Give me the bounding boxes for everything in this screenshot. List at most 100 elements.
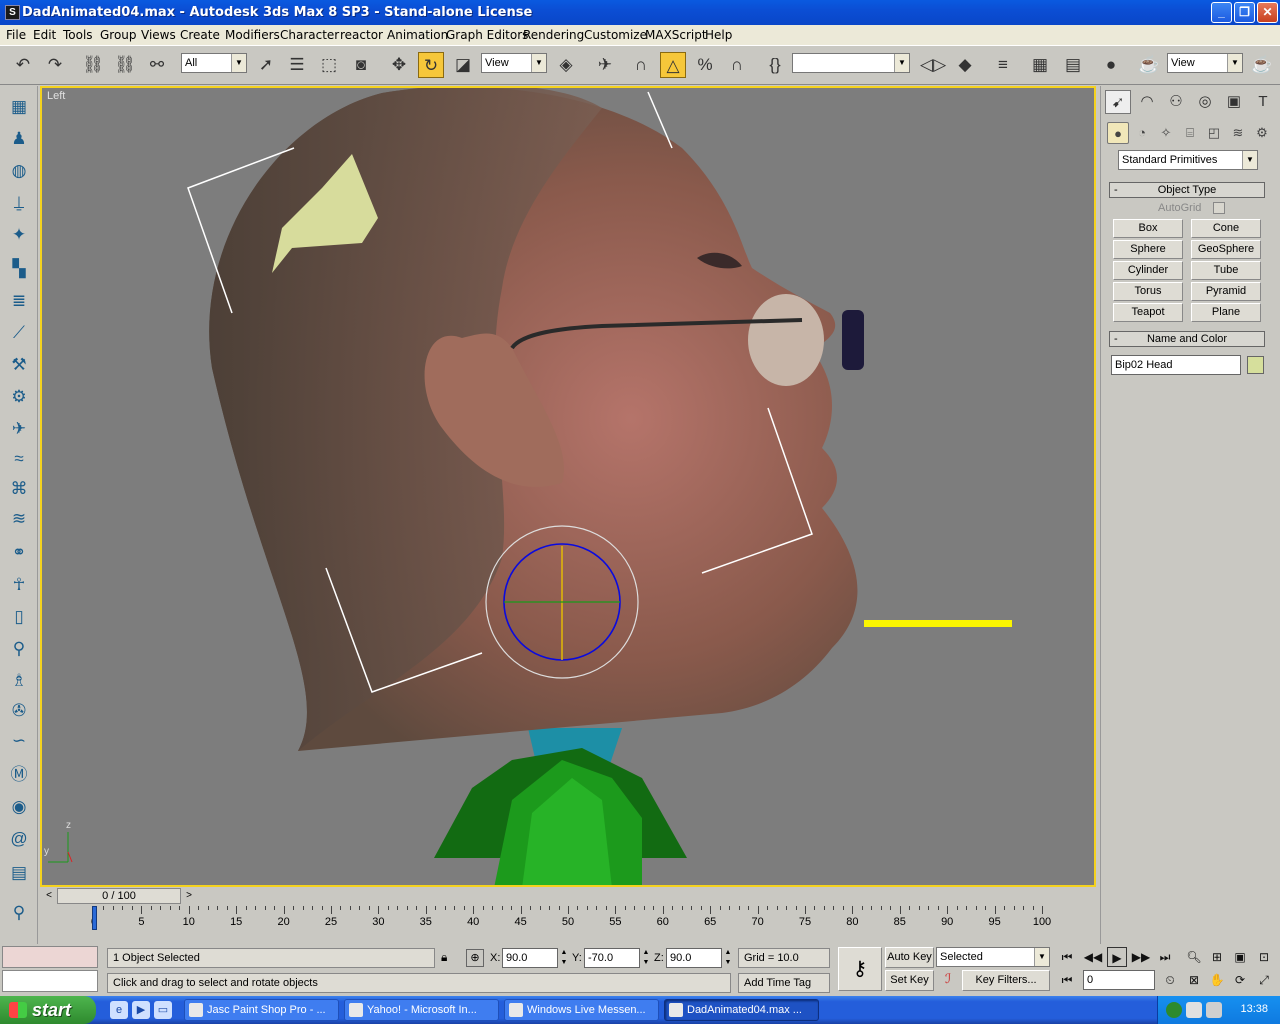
network-tray-icon[interactable] (1186, 1002, 1202, 1018)
lights-icon[interactable]: ✧ (1155, 122, 1177, 144)
pivot-center-icon[interactable]: ◈ (553, 52, 579, 78)
link-icon[interactable]: ⚭ (6, 540, 32, 566)
menu-animation[interactable]: Animation (387, 28, 448, 42)
task-yahoo-ie[interactable]: Yahoo! - Microsoft In... (344, 999, 499, 1021)
key-filters-button[interactable]: Key Filters... (962, 970, 1050, 991)
mirror-icon[interactable]: ◁▷ (920, 52, 946, 78)
torus-button[interactable]: Torus (1113, 282, 1183, 301)
angle-snap-icon[interactable]: △ (660, 52, 686, 78)
select-and-link-icon[interactable]: ⛓ (80, 52, 106, 78)
menu-maxscript[interactable]: MAXScript (645, 28, 707, 42)
bind-to-space-warp-icon[interactable]: ⚯ (144, 52, 170, 78)
menu-help[interactable]: Help (705, 28, 732, 42)
prev-frame-arrow-icon[interactable]: < (42, 888, 56, 904)
box-button[interactable]: Box (1113, 219, 1183, 238)
star-icon[interactable]: ✦ (6, 222, 32, 248)
time-slider-track[interactable]: < 0 / 100 > (40, 888, 1096, 905)
create-tab-icon[interactable]: ➹ (1105, 90, 1131, 114)
menu-reactor[interactable]: reactor (340, 28, 383, 42)
percent-snap-icon[interactable]: % (692, 52, 718, 78)
bird-icon[interactable]: ≈ (6, 446, 32, 472)
snaps-toggle-icon[interactable]: ∩ (628, 52, 654, 78)
named-selection-dropdown[interactable]: ▼ (792, 53, 910, 73)
cameras-icon[interactable]: ⌸ (1179, 122, 1201, 144)
quick-render-icon[interactable]: ☕ (1249, 52, 1275, 78)
autogrid-checkbox[interactable] (1213, 202, 1225, 214)
nose-ball[interactable] (748, 294, 824, 386)
bone-icon[interactable]: ⍊ (6, 190, 32, 216)
modify-tab-icon[interactable]: ◠ (1134, 90, 1160, 114)
task-3dsmax[interactable]: DadAnimated04.max ... (664, 999, 819, 1021)
analyze-icon[interactable]: ⚲ (6, 900, 32, 926)
checker-icon[interactable]: ▚ (6, 256, 32, 282)
messenger-tray-icon[interactable] (1166, 1002, 1182, 1018)
default-in-out-tangents-icon[interactable]: ℐ (937, 971, 959, 991)
key-mode-dropdown[interactable]: Selected ▼ (936, 947, 1050, 967)
morph-icon[interactable]: Ⓜ (6, 762, 32, 788)
motion-tab-icon[interactable]: ◎ (1192, 90, 1218, 114)
menu-tools[interactable]: Tools (63, 28, 93, 42)
pan-hand-icon[interactable]: ✋ (1207, 970, 1227, 990)
menu-edit[interactable]: Edit (33, 28, 56, 42)
wrench-icon[interactable]: ⚒ (6, 352, 32, 378)
z-coordinate-input[interactable]: 90.0 (666, 948, 722, 968)
z-spinner-icon[interactable]: ▲ ▼ (723, 948, 733, 968)
render-scene-icon[interactable]: ☕ (1136, 52, 1162, 78)
zoom-extents-all-icon[interactable]: ⊡ (1254, 947, 1274, 967)
walker-icon[interactable]: ♗ (6, 668, 32, 694)
gear-icon[interactable]: ⚙ (6, 384, 32, 410)
unlink-selection-icon[interactable]: ⛓ (112, 52, 138, 78)
boxes-icon[interactable]: ▦ (6, 94, 32, 120)
show-desktop-icon[interactable]: ▭ (154, 1001, 172, 1019)
layer-manager-icon[interactable]: ≡ (990, 52, 1016, 78)
x-spinner-icon[interactable]: ▲ ▼ (559, 948, 569, 968)
reference-coordinate-dropdown[interactable]: View ▼ (481, 53, 547, 73)
current-time-marker[interactable] (92, 906, 97, 930)
listener-icon[interactable]: ▤ (6, 860, 32, 886)
spiral-icon[interactable]: @ (6, 826, 32, 852)
category-dropdown[interactable]: Standard Primitives ▼ (1118, 150, 1258, 170)
add-time-tag-button[interactable]: Add Time Tag (738, 973, 830, 993)
plane-button[interactable]: Plane (1191, 303, 1261, 322)
maxscript-input-mini[interactable] (2, 970, 98, 992)
go-to-end-icon[interactable]: ⏭ (1155, 947, 1175, 967)
edit-named-selection-icon[interactable]: {} (762, 52, 788, 78)
track-bar[interactable]: 0510152025303540455055606570758085909510… (40, 906, 1096, 936)
pyramid-button[interactable]: Pyramid (1191, 282, 1261, 301)
menu-file[interactable]: File (6, 28, 26, 42)
rectangular-selection-icon[interactable]: ⬚ (316, 52, 342, 78)
previous-frame-icon[interactable]: ◀◀ (1083, 947, 1103, 967)
cloth-icon[interactable]: ⌘ (6, 476, 32, 502)
object-color-swatch[interactable] (1247, 356, 1264, 374)
cylinder-button[interactable]: Cylinder (1113, 261, 1183, 280)
maximize-button[interactable]: ❐ (1234, 2, 1255, 23)
select-by-name-icon[interactable]: ☰ (284, 52, 310, 78)
ruler-icon[interactable]: ⟋ (6, 320, 32, 346)
next-frame-arrow-icon[interactable]: > (182, 888, 196, 904)
field-of-view-icon[interactable]: ⊠ (1184, 970, 1204, 990)
zoom-extents-icon[interactable]: ▣ (1230, 947, 1250, 967)
hierarchy-tab-icon[interactable]: ⚇ (1163, 90, 1189, 114)
media-player-icon[interactable]: ▶ (132, 1001, 150, 1019)
volume-tray-icon[interactable] (1206, 1002, 1222, 1018)
set-key-mode-key-icon[interactable]: ⚷ (838, 947, 882, 991)
menu-modifiers[interactable]: Modifiers (225, 28, 280, 42)
globe-icon[interactable]: ◉ (6, 794, 32, 820)
maxscript-listener-mini[interactable] (2, 946, 98, 968)
window-crossing-icon[interactable]: ◙ (348, 52, 374, 78)
play-icon[interactable]: ▶ (1107, 947, 1127, 967)
plane-icon[interactable]: ✈ (6, 416, 32, 442)
y-spinner-icon[interactable]: ▲ ▼ (641, 948, 651, 968)
object-type-rollout[interactable]: - Object Type (1109, 182, 1265, 198)
select-and-scale-icon[interactable]: ◪ (450, 52, 476, 78)
geometry-icon[interactable]: ● (1107, 122, 1129, 144)
helpers-icon[interactable]: ◰ (1203, 122, 1225, 144)
shirt-icon[interactable]: ♟ (6, 126, 32, 152)
auto-key-button[interactable]: Auto Key (885, 947, 934, 968)
select-and-rotate-icon[interactable]: ↻ (418, 52, 444, 78)
cone-button[interactable]: Cone (1191, 219, 1261, 238)
redo-icon[interactable]: ↷ (42, 52, 68, 78)
hinge-icon[interactable]: ⚲ (6, 636, 32, 662)
shapes-icon[interactable]: ◔ (1131, 122, 1153, 144)
teapot-button[interactable]: Teapot (1113, 303, 1183, 322)
